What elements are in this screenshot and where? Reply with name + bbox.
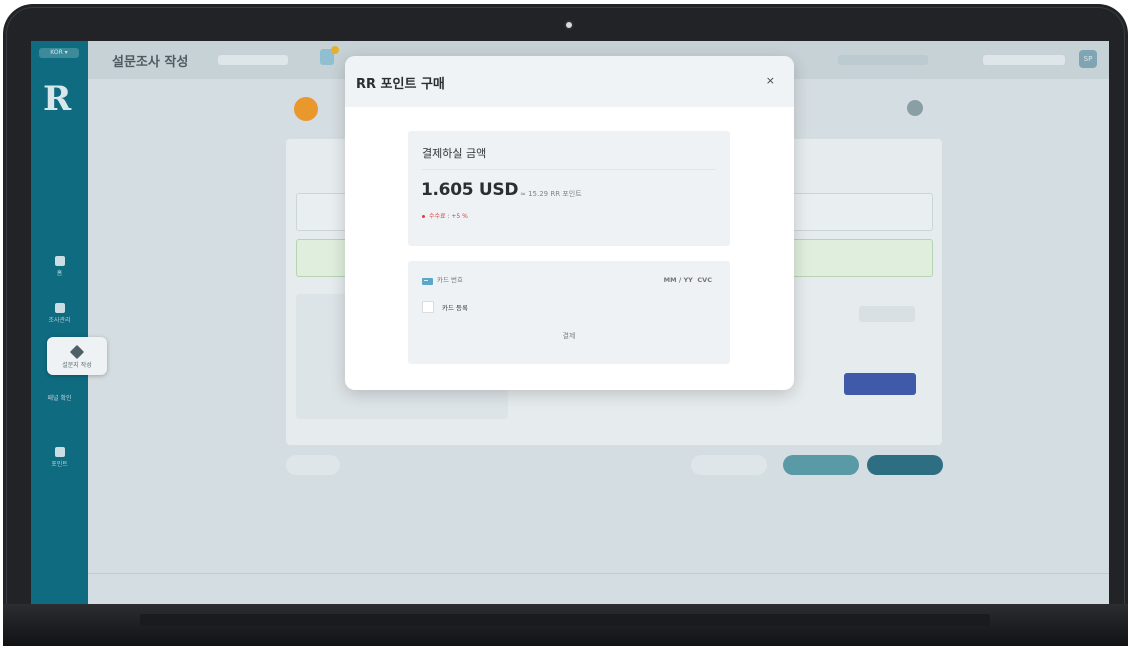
survey-name-pill [218,55,288,65]
pay-button[interactable]: 결제 [408,331,730,347]
notification-icon[interactable] [320,46,339,65]
amount-label: 결제하실 금액 [422,147,487,160]
points-equivalent: ≈ 15.29 RR 포인트 [520,190,582,198]
sidebar-item-panel[interactable]: 패널 확인 [31,393,88,402]
sidebar-item-label: 홈 [56,270,63,277]
account-pill[interactable] [983,55,1065,65]
camera-icon [566,22,572,28]
fee-text: 수수료 : +5 % [429,213,468,220]
language-selector[interactable]: KOR ▾ [39,48,79,58]
laptop-hinge [140,614,990,626]
avatar[interactable]: SP [1079,50,1097,68]
page-title: 설문조사 작성 [112,55,189,70]
amount-card: 결제하실 금액 1.605 USD ≈ 15.29 RR 포인트 수수료 : +… [408,131,730,246]
temp-save-button[interactable] [691,455,767,475]
app-logo: R [43,79,71,119]
page-select[interactable] [859,306,915,322]
divider [88,573,1109,574]
bullet-icon [422,215,425,218]
sidebar-item-survey-management[interactable]: 조사관리 [31,303,88,324]
sidebar-item-survey-write[interactable]: 설문지 작성 [47,337,107,375]
sidebar-item-label: 설문지 작성 [62,362,92,369]
save-card-label: 카드 등록 [442,304,468,312]
step-indicator [294,97,318,121]
preview-button[interactable] [783,455,859,475]
modal-title: RR 포인트 구매 [356,77,445,92]
step-indicator-end [907,100,923,116]
points-pill[interactable] [838,55,928,65]
next-button[interactable] [867,455,943,475]
close-icon[interactable]: × [766,74,775,88]
screen: KOR ▾ R 홈 조사관리 패널 확인 포인트 설문지 작성 설문조사 작성 … [31,41,1109,605]
sidebar-item-home[interactable]: 홈 [31,256,88,277]
fee-note: 수수료 : +5 % [422,211,468,220]
payment-form: 카드 등록 결제 [408,261,730,364]
home-icon [54,256,65,266]
card-number-input[interactable] [437,276,587,284]
sidebar-item-label: 패널 확인 [47,395,72,402]
card-expiry-cvc-input[interactable] [632,276,712,284]
divider [422,169,716,170]
modal-header: RR 포인트 구매 × [345,56,794,107]
pencil-icon [69,344,85,360]
sidebar-item-points[interactable]: 포인트 [31,447,88,468]
amount-value: 1.605 USD [421,180,519,200]
sidebar: KOR ▾ R 홈 조사관리 패널 확인 포인트 [31,41,88,605]
sidebar-item-label: 포인트 [51,461,68,468]
save-card-checkbox[interactable] [422,301,434,313]
purchase-modal: RR 포인트 구매 × 결제하실 금액 1.605 USD ≈ 15.29 RR… [345,56,794,390]
sidebar-item-label: 조사관리 [48,317,71,324]
buy-points-button[interactable] [844,373,916,395]
folder-icon [54,303,65,313]
prev-button[interactable] [286,455,340,475]
credit-card-icon [422,278,433,285]
points-icon [54,447,65,457]
